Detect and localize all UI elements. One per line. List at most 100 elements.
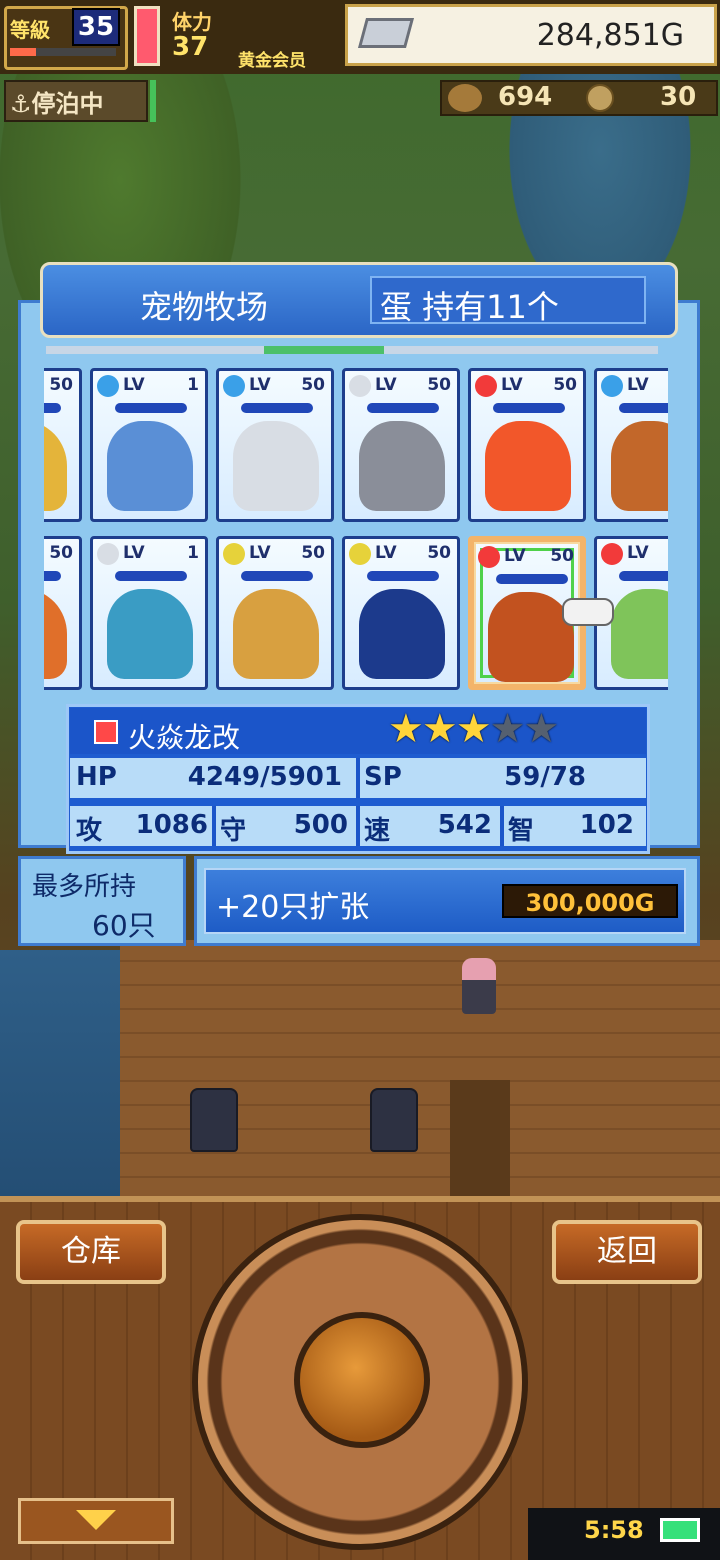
hp-label: HP <box>76 762 117 792</box>
star-filled-icon: ★ <box>455 706 492 752</box>
pet-card[interactable]: LV 50 <box>216 368 334 522</box>
back-button[interactable]: 返回 <box>552 1220 702 1284</box>
pet-card[interactable]: LV 1 <box>90 536 208 690</box>
star-empty-icon: ★ <box>489 706 526 752</box>
ship-mast <box>450 1080 510 1200</box>
silver-bar-icon <box>357 18 415 48</box>
intelligence-value: 102 <box>579 810 634 840</box>
monster-sprite <box>611 421 668 511</box>
monster-sprite <box>359 589 445 679</box>
hp-value: 4249/5901 <box>187 762 342 792</box>
fire-element-icon <box>601 543 623 565</box>
monster-sprite <box>233 421 319 511</box>
card-exp-bar <box>619 571 668 581</box>
card-exp-bar <box>496 574 568 584</box>
card-level: 50 <box>49 375 73 395</box>
anchor-bar <box>150 80 156 122</box>
stats-separator <box>356 758 360 798</box>
pet-card-grid: LV50LV1LV50LV50LV50LVLV50LV1LV50LV50LV50… <box>44 368 668 694</box>
pet-card[interactable]: LV <box>594 368 668 522</box>
monster-sprite <box>485 421 571 511</box>
dpad-center-button[interactable] <box>294 1312 430 1448</box>
card-lv-label: LV <box>123 543 145 563</box>
pet-card[interactable]: LV50 <box>468 368 586 522</box>
capacity-label: 最多所持 <box>32 872 137 902</box>
thunder-element-icon <box>349 543 371 565</box>
card-exp-bar <box>44 403 61 413</box>
card-lv-label: LV <box>123 375 145 395</box>
pet-card[interactable]: LV50 <box>44 368 82 522</box>
battery-icon <box>660 1518 700 1542</box>
intelligence-label: 智 <box>508 816 535 846</box>
card-level: 50 <box>427 375 451 395</box>
card-exp-bar <box>619 403 668 413</box>
fire-element-icon <box>478 546 500 568</box>
pet-name: 火焱龙改 <box>128 721 241 754</box>
capacity-value: 60只 <box>92 909 156 942</box>
scroll-thumb[interactable] <box>264 346 384 354</box>
resource-value-2: 30 <box>660 82 697 112</box>
water-element-icon <box>601 375 623 397</box>
clock: 5:58 <box>584 1516 644 1544</box>
card-exp-bar <box>367 403 439 413</box>
neutral-element-icon <box>349 375 371 397</box>
monster-sprite <box>44 421 67 511</box>
card-lv-label: LV <box>249 375 271 395</box>
defense-label: 守 <box>220 816 247 846</box>
card-level: 50 <box>301 375 325 395</box>
expand-label: +20只扩张 <box>216 890 370 925</box>
card-lv-label: LV <box>627 543 649 563</box>
fire-element-icon <box>94 720 118 744</box>
panel-title: 宠物牧场 <box>140 288 269 326</box>
card-level: 50 <box>427 543 451 563</box>
card-level: 50 <box>550 546 574 566</box>
guard-sprite <box>190 1088 238 1152</box>
card-exp-bar <box>241 571 313 581</box>
card-level: 1 <box>187 543 199 563</box>
exp-bar-fill <box>10 48 36 56</box>
pet-card[interactable]: LV 1 <box>90 368 208 522</box>
card-lv-label: LV <box>375 375 397 395</box>
rarity-stars: ★★★★★ <box>388 706 559 752</box>
monster-sprite <box>233 589 319 679</box>
card-exp-bar <box>241 403 313 413</box>
stats-separator <box>212 806 216 846</box>
card-lv-label: LV <box>504 546 526 566</box>
pet-card[interactable]: LV50 <box>44 536 82 690</box>
card-exp-bar <box>44 571 61 581</box>
fire-element-icon <box>475 375 497 397</box>
gold-amount: 284,851G <box>536 18 684 53</box>
water-area <box>0 950 130 1200</box>
level-label: 等級 <box>10 18 50 42</box>
card-lv-label: LV <box>375 543 397 563</box>
card-lv-label: LV <box>501 375 523 395</box>
monster-sprite <box>44 589 67 679</box>
card-lv-label: LV <box>249 543 271 563</box>
monster-sprite <box>611 589 668 679</box>
pointer-hand-icon <box>562 598 614 626</box>
star-empty-icon: ★ <box>523 706 559 752</box>
card-level: 50 <box>301 543 325 563</box>
pet-card[interactable]: LV 50 <box>342 368 460 522</box>
stats-separator <box>500 806 504 846</box>
anchor-status: ⚓停泊中 <box>10 90 104 118</box>
stamina-value: 37 <box>172 32 209 62</box>
thunder-element-icon <box>223 543 245 565</box>
monster-sprite <box>107 421 193 511</box>
pet-card[interactable]: LV 50 <box>216 536 334 690</box>
coin-icon <box>586 84 614 112</box>
card-exp-bar <box>367 571 439 581</box>
sp-label: SP <box>364 762 402 792</box>
star-filled-icon: ★ <box>388 706 424 752</box>
stamina-label: 体力 <box>172 10 212 34</box>
guard-sprite <box>370 1088 418 1152</box>
player-character <box>462 958 496 1014</box>
down-arrow-icon <box>76 1510 116 1530</box>
neutral-element-icon <box>97 543 119 565</box>
card-lv-label: LV <box>627 375 649 395</box>
pet-card[interactable]: LV 50 <box>342 536 460 690</box>
card-level: 1 <box>187 375 199 395</box>
monster-sprite <box>107 589 193 679</box>
sp-value: 59/78 <box>504 762 586 792</box>
warehouse-button[interactable]: 仓库 <box>16 1220 166 1284</box>
